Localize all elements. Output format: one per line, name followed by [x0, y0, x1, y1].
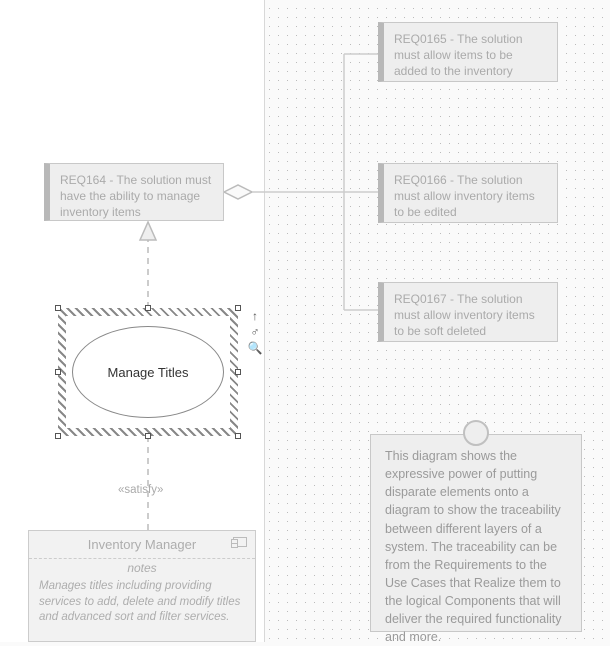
usecase-ellipse[interactable]: Manage Titles: [72, 326, 224, 418]
component-header: Inventory Manager: [29, 531, 255, 559]
component-inventory-manager[interactable]: Inventory Manager notes Manages titles i…: [28, 530, 256, 642]
requirement-req0165[interactable]: REQ0165 - The solution must allow items …: [378, 22, 558, 82]
zoom-icon[interactable]: 🔍: [246, 340, 264, 356]
component-icon: [233, 537, 247, 547]
diagram-note[interactable]: This diagram shows the expressive power …: [370, 434, 582, 632]
resize-handle-w[interactable]: [55, 369, 61, 375]
requirement-req164[interactable]: REQ164 - The solution must have the abil…: [44, 163, 224, 221]
requirement-text: REQ0166 - The solution must allow invent…: [394, 173, 535, 219]
note-pin-icon: [463, 420, 489, 446]
note-text: This diagram shows the expressive power …: [385, 449, 562, 644]
requirement-text: REQ0167 - The solution must allow invent…: [394, 292, 535, 338]
resize-handle-nw[interactable]: [55, 305, 61, 311]
requirement-req0167[interactable]: REQ0167 - The solution must allow invent…: [378, 282, 558, 342]
quicklink-icon[interactable]: ♂: [246, 324, 264, 340]
relationship-stereotype: «satisfy»: [118, 484, 163, 496]
component-notes: Manages titles including providing servi…: [29, 575, 255, 634]
resize-handle-sw[interactable]: [55, 433, 61, 439]
resize-handle-se[interactable]: [235, 433, 241, 439]
component-notes-label: notes: [29, 559, 255, 575]
component-name: Inventory Manager: [88, 537, 196, 552]
requirement-text: REQ0165 - The solution must allow items …: [394, 32, 523, 78]
usecase-manage-titles[interactable]: Manage Titles ↑ ♂ 🔍: [58, 308, 238, 436]
requirement-text: REQ164 - The solution must have the abil…: [60, 173, 211, 219]
usecase-label: Manage Titles: [108, 365, 189, 380]
resize-handle-ne[interactable]: [235, 305, 241, 311]
resize-handle-s[interactable]: [145, 433, 151, 439]
resize-handle-n[interactable]: [145, 305, 151, 311]
resize-handle-e[interactable]: [235, 369, 241, 375]
arrow-up-icon[interactable]: ↑: [246, 308, 264, 324]
requirement-req0166[interactable]: REQ0166 - The solution must allow invent…: [378, 163, 558, 223]
